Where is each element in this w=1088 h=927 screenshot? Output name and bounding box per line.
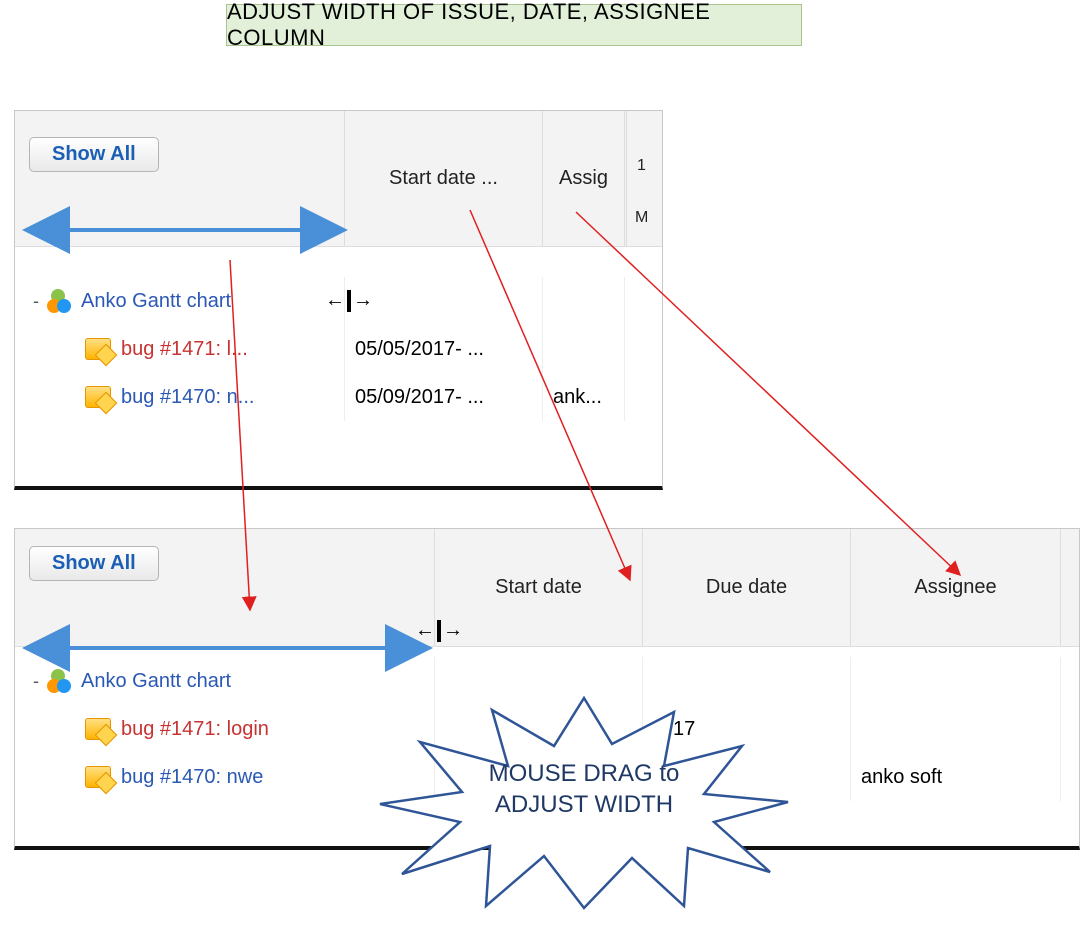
- issue-link[interactable]: bug #1471: l...: [121, 338, 248, 361]
- issue-cell: - Anko Gantt chart: [15, 657, 435, 705]
- grid-header: Show All Start date ... Assig 1 M: [15, 111, 662, 247]
- date-value: 05/09/2017- ...: [355, 386, 484, 409]
- assignee-cell: [851, 705, 1061, 753]
- timeline-stub: 1 M: [626, 111, 662, 246]
- column-resize-handle[interactable]: ← →: [325, 289, 373, 312]
- arrow-left-icon: ←: [415, 619, 435, 642]
- bug-icon: [85, 386, 111, 408]
- start-date-column-header[interactable]: Start date ...: [345, 111, 543, 246]
- issue-cell: bug #1471: l...: [15, 325, 345, 373]
- annotation-title-text: ADJUST WIDTH OF ISSUE, DATE, ASSIGNEE CO…: [227, 0, 801, 51]
- issue-cell: bug #1470: n...: [15, 373, 345, 421]
- column-resize-handle[interactable]: ← →: [415, 619, 463, 642]
- issue-link[interactable]: bug #1471: login: [121, 718, 269, 741]
- show-all-label: Show All: [52, 143, 136, 165]
- issue-link[interactable]: bug #1470: nwe: [121, 766, 263, 789]
- arrow-right-icon: →: [353, 289, 373, 312]
- start-date-column-header[interactable]: Start date: [435, 529, 643, 646]
- assignee-cell: anko soft: [851, 753, 1061, 801]
- callout-text: MOUSE DRAG to ADJUST WIDTH: [452, 758, 716, 820]
- project-name[interactable]: Anko Gantt chart: [81, 670, 231, 693]
- annotation-title: ADJUST WIDTH OF ISSUE, DATE, ASSIGNEE CO…: [226, 4, 802, 46]
- table-row[interactable]: bug #1470: n... 05/09/2017- ... ank...: [15, 373, 662, 421]
- issue-link[interactable]: bug #1470: n...: [121, 386, 254, 409]
- date-cell: [345, 277, 543, 325]
- resize-grip-icon: [437, 620, 441, 642]
- callout-burst: MOUSE DRAG to ADJUST WIDTH: [374, 694, 794, 912]
- start-date-header-label: Start date ...: [389, 167, 498, 190]
- date-cell: 05/09/2017- ...: [345, 373, 543, 421]
- gantt-panel-narrow: Show All Start date ... Assig 1 M ← → - …: [14, 110, 663, 490]
- issue-column-header[interactable]: Show All: [15, 111, 345, 246]
- issue-column-header[interactable]: Show All: [15, 529, 435, 646]
- assignee-header-label: Assignee: [914, 576, 996, 599]
- assignee-value: ank...: [553, 386, 602, 409]
- resize-grip-icon: [347, 290, 351, 312]
- project-icon: [47, 289, 71, 313]
- due-date-column-header[interactable]: Due date: [643, 529, 851, 646]
- bug-icon: [85, 766, 111, 788]
- arrow-right-icon: →: [443, 619, 463, 642]
- project-icon: [47, 669, 71, 693]
- assignee-cell: [543, 325, 625, 373]
- assignee-cell: [851, 657, 1061, 705]
- assignee-column-header[interactable]: Assignee: [851, 529, 1061, 646]
- timeline-cell-1: 1: [637, 157, 646, 175]
- start-date-header-label: Start date: [495, 576, 582, 599]
- timeline-cell-2: M: [635, 209, 648, 227]
- issue-cell: bug #1470: nwe: [15, 753, 435, 801]
- project-name[interactable]: Anko Gantt chart: [81, 290, 231, 313]
- assignee-value: anko soft: [861, 766, 942, 789]
- arrow-left-icon: ←: [325, 289, 345, 312]
- assignee-cell: [543, 277, 625, 325]
- assignee-header-label: Assig: [559, 167, 608, 190]
- timeline-edge: [1061, 529, 1079, 646]
- callout-line2: ADJUST WIDTH: [495, 791, 673, 818]
- assignee-cell: ank...: [543, 373, 625, 421]
- collapse-toggle[interactable]: -: [33, 671, 39, 692]
- show-all-button[interactable]: Show All: [29, 137, 159, 172]
- bug-icon: [85, 718, 111, 740]
- date-value: 05/05/2017- ...: [355, 338, 484, 361]
- callout-line1: MOUSE DRAG to: [489, 760, 680, 787]
- table-row[interactable]: bug #1471: l... 05/05/2017- ...: [15, 325, 662, 373]
- grid-header: Show All Start date Due date Assignee: [15, 529, 1079, 647]
- show-all-label: Show All: [52, 552, 136, 574]
- due-date-header-label: Due date: [706, 576, 787, 599]
- bug-icon: [85, 338, 111, 360]
- issue-cell: - Anko Gantt chart: [15, 277, 345, 325]
- show-all-button[interactable]: Show All: [29, 546, 159, 581]
- issue-cell: bug #1471: login: [15, 705, 435, 753]
- collapse-toggle[interactable]: -: [33, 291, 39, 312]
- date-cell: 05/05/2017- ...: [345, 325, 543, 373]
- assignee-column-header[interactable]: Assig: [543, 111, 625, 246]
